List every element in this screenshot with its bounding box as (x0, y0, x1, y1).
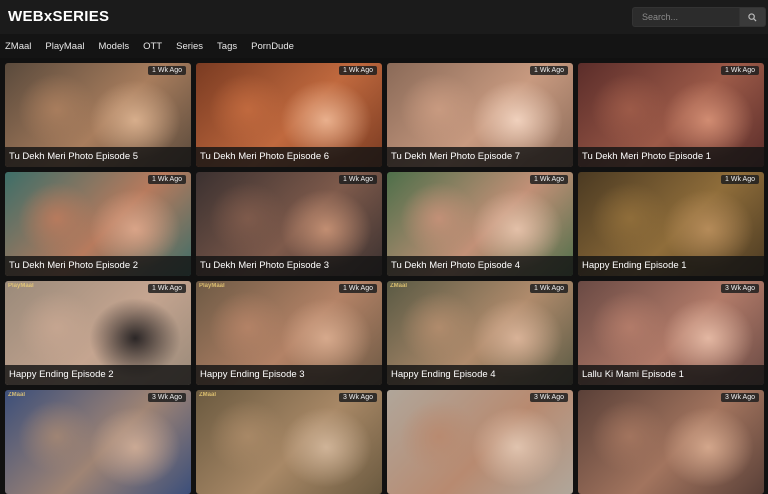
video-card[interactable]: ZMaal 3 Wk Ago (5, 390, 191, 494)
video-title[interactable]: Happy Ending Episode 3 (196, 365, 382, 385)
upload-age-badge: 1 Wk Ago (148, 66, 186, 75)
nav-item-series[interactable]: Series (176, 41, 203, 52)
video-title[interactable]: Tu Dekh Meri Photo Episode 2 (5, 256, 191, 276)
video-card[interactable]: 1 Wk Ago Tu Dekh Meri Photo Episode 3 (196, 172, 382, 276)
studio-watermark: PlayMaal (199, 283, 225, 289)
upload-age-badge: 1 Wk Ago (339, 284, 377, 293)
video-card[interactable]: 1 Wk Ago Tu Dekh Meri Photo Episode 1 (578, 63, 764, 167)
search-input[interactable] (632, 7, 739, 27)
video-title[interactable]: Tu Dekh Meri Photo Episode 5 (5, 147, 191, 167)
upload-age-badge: 3 Wk Ago (721, 393, 759, 402)
video-card[interactable]: PlayMaal 1 Wk Ago Happy Ending Episode 2 (5, 281, 191, 385)
upload-age-badge: 1 Wk Ago (339, 175, 377, 184)
search-form (632, 7, 766, 27)
video-card[interactable]: PlayMaal 1 Wk Ago Happy Ending Episode 3 (196, 281, 382, 385)
video-title[interactable]: Tu Dekh Meri Photo Episode 4 (387, 256, 573, 276)
video-title[interactable]: Lallu Ki Mami Episode 1 (578, 365, 764, 385)
video-card[interactable]: 1 Wk Ago Tu Dekh Meri Photo Episode 4 (387, 172, 573, 276)
video-card[interactable]: 3 Wk Ago (578, 390, 764, 494)
upload-age-badge: 1 Wk Ago (530, 175, 568, 184)
upload-age-badge: 3 Wk Ago (148, 393, 186, 402)
video-title[interactable]: Tu Dekh Meri Photo Episode 1 (578, 147, 764, 167)
nav-item-playmaal[interactable]: PlayMaal (45, 41, 84, 52)
video-title[interactable]: Tu Dekh Meri Photo Episode 6 (196, 147, 382, 167)
studio-watermark: ZMaal (199, 392, 217, 398)
video-title[interactable]: Happy Ending Episode 4 (387, 365, 573, 385)
search-button[interactable] (739, 7, 766, 27)
video-card[interactable]: 1 Wk Ago Tu Dekh Meri Photo Episode 2 (5, 172, 191, 276)
upload-age-badge: 3 Wk Ago (721, 284, 759, 293)
upload-age-badge: 1 Wk Ago (148, 175, 186, 184)
upload-age-badge: 1 Wk Ago (721, 175, 759, 184)
video-title[interactable]: Happy Ending Episode 1 (578, 256, 764, 276)
nav-item-tags[interactable]: Tags (217, 41, 237, 52)
video-card[interactable]: 1 Wk Ago Tu Dekh Meri Photo Episode 6 (196, 63, 382, 167)
video-card[interactable]: 1 Wk Ago Tu Dekh Meri Photo Episode 7 (387, 63, 573, 167)
upload-age-badge: 1 Wk Ago (530, 66, 568, 75)
video-card[interactable]: ZMaal 3 Wk Ago (196, 390, 382, 494)
video-thumbnail[interactable] (5, 390, 191, 494)
nav-item-ott[interactable]: OTT (143, 41, 162, 52)
video-title[interactable]: Happy Ending Episode 2 (5, 365, 191, 385)
upload-age-badge: 1 Wk Ago (530, 284, 568, 293)
video-card[interactable]: 1 Wk Ago Tu Dekh Meri Photo Episode 5 (5, 63, 191, 167)
top-bar: WEBxSERIES (0, 0, 768, 34)
nav-item-porndude[interactable]: PornDude (251, 41, 294, 52)
video-title[interactable]: Tu Dekh Meri Photo Episode 7 (387, 147, 573, 167)
site-logo[interactable]: WEBxSERIES (8, 8, 109, 25)
video-card[interactable]: 1 Wk Ago Happy Ending Episode 1 (578, 172, 764, 276)
nav-item-models[interactable]: Models (98, 41, 129, 52)
video-thumbnail[interactable] (196, 390, 382, 494)
upload-age-badge: 3 Wk Ago (530, 393, 568, 402)
video-thumbnail[interactable] (387, 390, 573, 494)
video-thumbnail[interactable] (578, 390, 764, 494)
video-title[interactable]: Tu Dekh Meri Photo Episode 3 (196, 256, 382, 276)
video-grid: 1 Wk Ago Tu Dekh Meri Photo Episode 51 Wk… (5, 63, 764, 494)
main-nav: ZMaal PlayMaal Models OTT Series Tags Po… (0, 34, 768, 58)
upload-age-badge: 1 Wk Ago (148, 284, 186, 293)
upload-age-badge: 1 Wk Ago (339, 66, 377, 75)
studio-watermark: PlayMaal (8, 283, 34, 289)
studio-watermark: ZMaal (8, 392, 26, 398)
upload-age-badge: 1 Wk Ago (721, 66, 759, 75)
nav-item-zmaal[interactable]: ZMaal (5, 41, 31, 52)
video-card[interactable]: 3 Wk Ago Lallu Ki Mami Episode 1 (578, 281, 764, 385)
upload-age-badge: 3 Wk Ago (339, 393, 377, 402)
search-icon (748, 12, 757, 22)
video-card[interactable]: 3 Wk Ago (387, 390, 573, 494)
studio-watermark: ZMaal (390, 283, 408, 289)
video-card[interactable]: ZMaal 1 Wk Ago Happy Ending Episode 4 (387, 281, 573, 385)
